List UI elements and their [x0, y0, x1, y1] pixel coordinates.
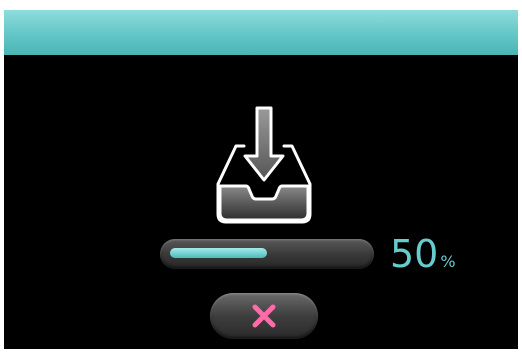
download-progress-bar: [160, 239, 374, 269]
progress-unit: %: [440, 252, 456, 271]
progress-bar-fill: [170, 248, 267, 258]
download-screen: 50%: [4, 10, 518, 349]
progress-percentage: 50%: [390, 234, 456, 274]
download-tray-icon: [216, 106, 312, 224]
cancel-button[interactable]: [210, 293, 318, 339]
progress-value: 50: [390, 232, 439, 276]
header-bar: [4, 10, 518, 55]
close-icon: [252, 304, 276, 328]
